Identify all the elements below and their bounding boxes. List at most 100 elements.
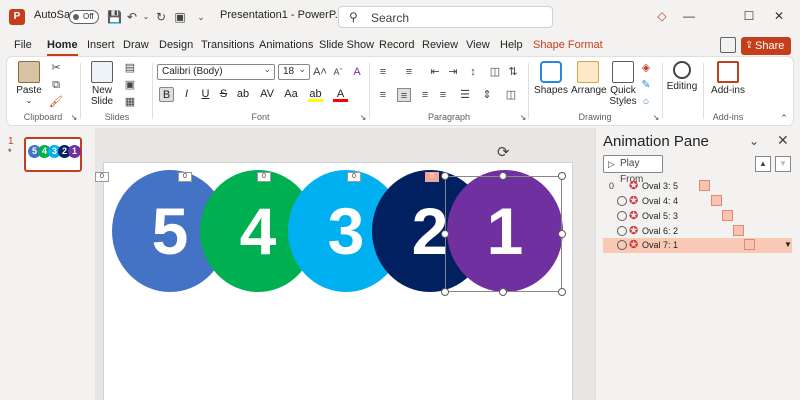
undo-dropdown-icon[interactable]: ⌄: [139, 10, 153, 24]
resize-handle[interactable]: [499, 288, 507, 296]
rotate-handle-icon[interactable]: ⟳: [497, 145, 510, 160]
tab-draw[interactable]: Draw: [123, 39, 149, 51]
shape-outline-icon[interactable]: ✎: [639, 78, 653, 92]
copy-icon[interactable]: ⧉: [49, 78, 63, 92]
timeline-bar[interactable]: [733, 225, 744, 236]
play-from-button[interactable]: Play From: [603, 155, 663, 185]
maximize-button[interactable]: ☐: [742, 9, 756, 23]
font-size-combo[interactable]: 18: [278, 62, 310, 80]
resize-handle[interactable]: [441, 230, 449, 238]
tab-file[interactable]: File: [14, 39, 32, 51]
numbering-icon[interactable]: ≡: [402, 65, 416, 79]
addins-button[interactable]: Add-ins: [710, 61, 746, 96]
animation-item[interactable]: 0 ✪ Oval 3: 5: [603, 179, 792, 194]
undo-icon[interactable]: ↶: [125, 10, 139, 24]
font-launcher-icon[interactable]: ↘: [356, 111, 370, 125]
resize-handle[interactable]: [441, 288, 449, 296]
align-center-icon[interactable]: ≡: [397, 88, 411, 102]
highlight-button[interactable]: ab: [308, 87, 323, 102]
shape-effects-icon[interactable]: ○: [639, 95, 653, 109]
justify-icon[interactable]: ≡: [436, 88, 450, 102]
bullets-icon[interactable]: ≡: [376, 65, 390, 79]
editing-button[interactable]: Editing: [665, 61, 699, 92]
animation-item[interactable]: ✪ Oval 5: 3: [603, 209, 792, 224]
present-icon[interactable]: ▣: [173, 10, 187, 24]
format-painter-icon[interactable]: 🖌: [49, 95, 63, 109]
new-slide-button[interactable]: New Slide: [87, 61, 117, 107]
timeline-bar[interactable]: [699, 180, 710, 191]
pane-options-chevron-icon[interactable]: ⌄: [749, 134, 759, 148]
minimize-button[interactable]: —: [682, 9, 696, 23]
align-left-icon[interactable]: ≡: [376, 88, 390, 102]
paste-button[interactable]: Paste ⌄: [15, 61, 43, 105]
timeline-bar[interactable]: [722, 210, 733, 221]
strikethrough-button[interactable]: S: [216, 87, 231, 102]
animation-item[interactable]: ✪ Oval 4: 4: [603, 194, 792, 209]
text-direction-icon[interactable]: ⇅: [506, 65, 520, 79]
reset-icon[interactable]: ▣: [123, 78, 137, 92]
tab-insert[interactable]: Insert: [87, 39, 115, 51]
save-icon[interactable]: 💾: [107, 10, 122, 24]
shape-fill-icon[interactable]: ◈: [639, 61, 653, 75]
customize-toolbar-icon[interactable]: ⌄: [194, 10, 208, 24]
animation-item[interactable]: ✪ Oval 6: 2: [603, 224, 792, 239]
clear-format-icon[interactable]: A: [350, 65, 364, 79]
comments-button[interactable]: [720, 37, 736, 53]
resize-handle[interactable]: [441, 172, 449, 180]
item-dropdown-icon[interactable]: ▼: [784, 240, 792, 249]
resize-handle[interactable]: [558, 288, 566, 296]
tab-transitions[interactable]: Transitions: [201, 39, 254, 51]
layout-icon[interactable]: ▤: [123, 61, 137, 75]
timeline-bar[interactable]: [711, 195, 722, 206]
clipboard-launcher-icon[interactable]: ↘: [67, 111, 81, 125]
line-spacing-icon[interactable]: ↕: [466, 65, 480, 79]
tab-review[interactable]: Review: [422, 39, 458, 51]
animation-item-selected[interactable]: ✪ Oval 7: 1 ▼: [603, 238, 792, 253]
columns-layout-icon[interactable]: ☰: [458, 88, 472, 102]
tab-shape-format[interactable]: Shape Format: [533, 39, 603, 51]
tab-animations[interactable]: Animations: [259, 39, 313, 51]
tab-design[interactable]: Design: [159, 39, 193, 51]
align-text-icon[interactable]: ⇕: [480, 88, 494, 102]
quick-styles-button[interactable]: Quick Styles: [607, 61, 639, 107]
cut-icon[interactable]: ✂: [49, 61, 63, 75]
share-button[interactable]: Share: [741, 37, 791, 55]
redo-icon[interactable]: ↻: [154, 10, 168, 24]
move-down-button[interactable]: ▼: [775, 156, 791, 172]
tab-home[interactable]: Home: [47, 39, 78, 56]
tab-record[interactable]: Record: [379, 39, 414, 51]
resize-handle[interactable]: [499, 172, 507, 180]
move-up-button[interactable]: ▲: [755, 156, 771, 172]
shrink-font-icon[interactable]: Aˇ: [331, 65, 345, 79]
slide-thumbnail-1[interactable]: 5 4 3 2 1: [24, 137, 82, 172]
autosave-toggle[interactable]: Off: [69, 10, 99, 24]
resize-handle[interactable]: [558, 230, 566, 238]
columns-icon[interactable]: ◫: [488, 65, 502, 79]
align-right-icon[interactable]: ≡: [418, 88, 432, 102]
italic-button[interactable]: I: [179, 87, 194, 102]
close-button[interactable]: ✕: [772, 9, 786, 23]
section-icon[interactable]: ▦: [123, 95, 137, 109]
drawing-launcher-icon[interactable]: ↘: [649, 111, 663, 125]
smartart-icon[interactable]: ◫: [504, 88, 518, 102]
increase-indent-icon[interactable]: ⇥: [446, 65, 460, 79]
font-color-button[interactable]: A: [333, 87, 348, 102]
tab-help[interactable]: Help: [500, 39, 523, 51]
resize-handle[interactable]: [558, 172, 566, 180]
diamond-icon[interactable]: ◇: [655, 9, 669, 23]
collapse-ribbon-icon[interactable]: ⌃: [777, 111, 791, 125]
close-pane-icon[interactable]: ✕: [777, 132, 789, 149]
font-name-combo[interactable]: Calibri (Body): [157, 62, 275, 80]
underline-button[interactable]: U: [198, 87, 213, 102]
grow-font-icon[interactable]: A˄: [313, 65, 327, 79]
bold-button[interactable]: B: [159, 87, 174, 102]
arrange-button[interactable]: Arrange: [571, 61, 607, 96]
shadow-button[interactable]: ab: [233, 87, 253, 102]
search-box[interactable]: ⚲ Search: [338, 6, 553, 28]
decrease-indent-icon[interactable]: ⇤: [428, 65, 442, 79]
timeline-bar[interactable]: [744, 239, 755, 250]
character-spacing-button[interactable]: AV: [257, 87, 277, 102]
change-case-button[interactable]: Aa: [281, 87, 301, 102]
tab-view[interactable]: View: [466, 39, 490, 51]
shapes-button[interactable]: Shapes: [533, 61, 569, 96]
